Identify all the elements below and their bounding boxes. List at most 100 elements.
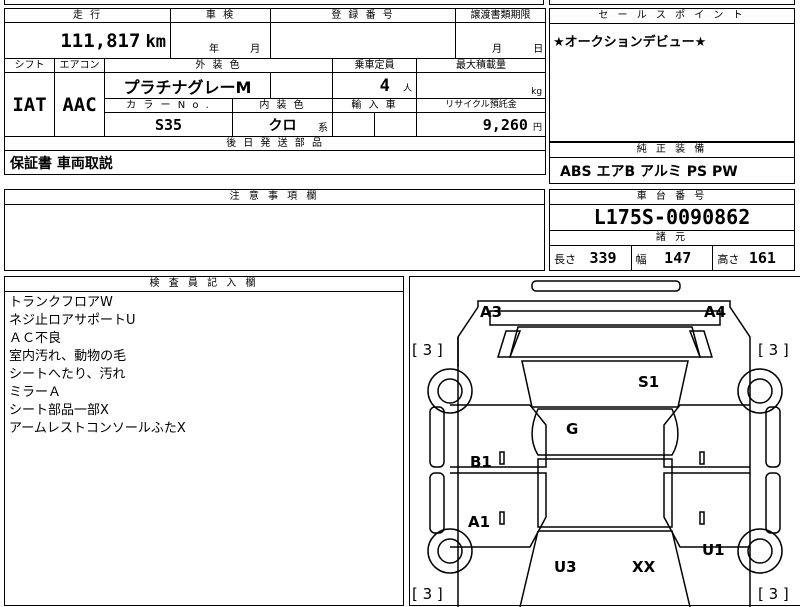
inspector-label: 検 査 員 記 入 欄 bbox=[5, 277, 403, 292]
mark-g: G bbox=[566, 420, 578, 438]
tire-tread-front-left: [ 3 ] bbox=[412, 341, 443, 359]
color-no-value: S35 bbox=[104, 112, 233, 137]
interior-color-suffix: 系 bbox=[318, 123, 328, 134]
handle-right-rear bbox=[699, 511, 705, 525]
recycle-label: リサイクル預託金 bbox=[415, 98, 547, 113]
exterior-color-value: プラチナグレーM bbox=[104, 72, 271, 99]
recycle-unit: 円 bbox=[533, 123, 543, 133]
inspector-line: トランクフロアW bbox=[9, 295, 113, 310]
inspector-line: 室内汚れ、動物の毛 bbox=[9, 349, 127, 364]
equipment-value: ABS エアB アルミ PS PW bbox=[560, 164, 738, 180]
inspector-lines: トランクフロアW ネジ止ロアサポートU ＡＣ不良 室内汚れ、動物の毛 シートへた… bbox=[5, 294, 403, 438]
import-cell-b bbox=[374, 112, 417, 137]
spec-width: 幅 147 bbox=[632, 245, 714, 270]
rear-window-shape bbox=[537, 458, 673, 528]
chassis-value: L175S-0090862 bbox=[593, 205, 751, 229]
sales-point-label: セ ー ル ス ポ イ ン ト bbox=[550, 9, 794, 24]
inspector-box: 検 査 員 記 入 欄 トランクフロアW ネジ止ロアサポートU ＡＣ不良 室内汚… bbox=[4, 276, 404, 606]
transfer-deadline-label: 譲渡書類期限 bbox=[455, 8, 547, 23]
color-no-label: カ ラ ー N o . bbox=[104, 98, 233, 113]
wheel-rear-right bbox=[737, 528, 783, 574]
top-partial-strip bbox=[4, 0, 544, 5]
spec-height-value: 161 bbox=[748, 249, 776, 267]
handle-left-front bbox=[499, 451, 505, 465]
capacity-label: 乗車定員 bbox=[332, 58, 417, 73]
notes-label: 注 意 事 項 欄 bbox=[5, 190, 544, 205]
spec-length-value: 339 bbox=[589, 249, 617, 267]
wheel-rear-left bbox=[427, 528, 473, 574]
inspection-year: 年 bbox=[209, 44, 219, 55]
headlight-right bbox=[688, 330, 714, 358]
equipment-label: 純 正 装 備 bbox=[550, 143, 794, 158]
inspection-label: 車 検 bbox=[170, 8, 271, 23]
inspection-cell: 年 月 bbox=[170, 22, 271, 59]
sales-point-box: セ ー ル ス ポ イ ン ト ★オークションデビュー★ bbox=[549, 8, 795, 142]
right-side-strip-rear bbox=[765, 472, 781, 534]
spec-width-value: 147 bbox=[664, 249, 692, 267]
tire-tread-front-right: [ 3 ] bbox=[758, 341, 789, 359]
specs-label: 諸 元 bbox=[550, 230, 794, 246]
inspector-line: アームレストコンソールふたX bbox=[9, 421, 186, 436]
mark-a1: A1 bbox=[468, 513, 490, 531]
later-parts-label: 後 日 発 送 部 品 bbox=[3, 136, 547, 151]
mileage-cell: 111,817 km bbox=[4, 22, 171, 59]
interior-color-label: 内 装 色 bbox=[232, 98, 333, 113]
registration-label: 登 録 番 号 bbox=[269, 8, 457, 23]
inspector-line: シート部品一部X bbox=[9, 403, 109, 418]
spec-height-label: 高さ bbox=[717, 253, 740, 266]
chassis-box: 車 台 番 号 L175S-0090862 諸 元 長さ 339 幅 147 高… bbox=[549, 189, 795, 271]
inspector-line: ネジ止ロアサポートU bbox=[9, 313, 136, 328]
left-doors-shape bbox=[450, 337, 547, 548]
shift-label: シフト bbox=[4, 58, 55, 73]
spec-width-label: 幅 bbox=[635, 253, 647, 266]
car-diagram-svg: A3 A4 S1 G B1 A1 U1 U3 XX [ 3 ] [ 3 ] [ … bbox=[412, 280, 789, 607]
import-cell-a bbox=[332, 112, 375, 137]
mark-a3: A3 bbox=[480, 303, 502, 321]
mileage-value: 111,817 bbox=[60, 29, 141, 52]
tire-tread-rear-left: [ 3 ] bbox=[412, 585, 443, 603]
equipment-box: 純 正 装 備 ABS エアB アルミ PS PW bbox=[549, 142, 795, 184]
shift-value: IAT bbox=[4, 72, 55, 137]
capacity-unit: 人 bbox=[402, 83, 412, 94]
inspector-line: シートへたり、汚れ bbox=[9, 367, 126, 382]
capacity-value: 4 bbox=[379, 75, 390, 96]
transfer-day: 日 bbox=[533, 44, 544, 55]
sales-point-value: ★オークションデビュー★ bbox=[553, 35, 707, 50]
handle-right-front bbox=[699, 451, 705, 465]
wheel-front-right-inner bbox=[747, 378, 773, 404]
ac-value: AAC bbox=[54, 72, 105, 137]
roof-shape bbox=[531, 408, 679, 456]
wheel-rear-right-inner bbox=[747, 538, 773, 564]
mark-u1: U1 bbox=[702, 541, 725, 559]
spec-height: 高さ 161 bbox=[713, 245, 794, 270]
exterior-color-extra bbox=[270, 72, 333, 99]
exterior-color-label: 外 装 色 bbox=[104, 58, 333, 73]
windshield-top bbox=[509, 326, 701, 358]
spec-length-label: 長さ bbox=[554, 253, 576, 266]
max-load-cell: kg bbox=[415, 72, 547, 99]
vehicle-info-table: 走 行 車 検 登 録 番 号 譲渡書類期限 111,817 km 年 月 月 … bbox=[3, 8, 547, 175]
mark-a4: A4 bbox=[704, 303, 726, 321]
left-side-strip bbox=[429, 406, 445, 468]
left-side-strip-rear bbox=[429, 472, 445, 534]
wheel-front-right bbox=[737, 368, 783, 414]
spec-length: 長さ 339 bbox=[550, 245, 632, 270]
top-partial-strip-right bbox=[549, 0, 795, 5]
mark-s1: S1 bbox=[638, 373, 659, 391]
inspector-line: ＡＣ不良 bbox=[9, 331, 62, 346]
capacity-cell: 4 人 bbox=[332, 72, 417, 99]
interior-color-cell: クロ 系 bbox=[232, 112, 333, 137]
ac-label: エアコン bbox=[54, 58, 105, 73]
rear-hatch-shape bbox=[519, 530, 691, 607]
recycle-cell: 9,260 円 bbox=[415, 112, 547, 137]
max-load-unit: kg bbox=[531, 87, 543, 97]
right-side-strip bbox=[765, 406, 781, 468]
specs-row: 長さ 339 幅 147 高さ 161 bbox=[550, 245, 794, 270]
mark-u3: U3 bbox=[554, 558, 577, 576]
transfer-month: 月 bbox=[492, 44, 503, 55]
chassis-label: 車 台 番 号 bbox=[550, 190, 794, 205]
mileage-label: 走 行 bbox=[4, 8, 171, 23]
mark-b1: B1 bbox=[470, 453, 492, 471]
front-bumper-shape bbox=[531, 280, 681, 292]
wheel-front-left bbox=[427, 368, 473, 414]
